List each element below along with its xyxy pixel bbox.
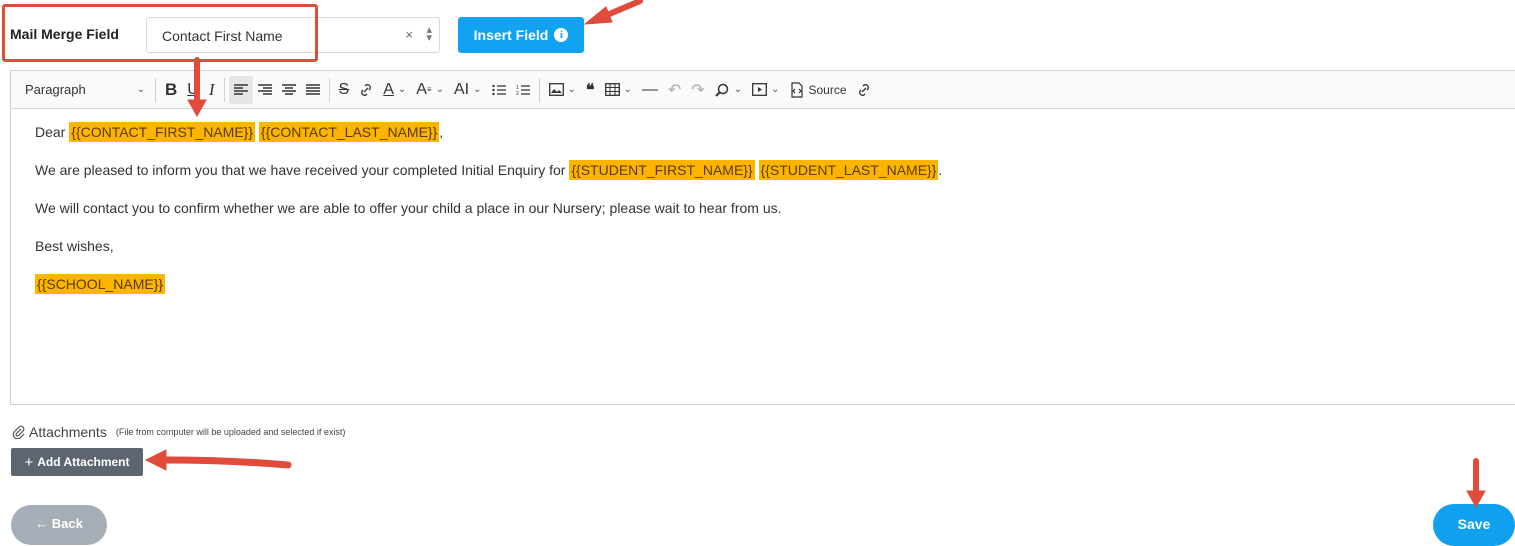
svg-text:2: 2	[516, 91, 519, 96]
merge-tag: {{CONTACT_FIRST_NAME}}	[69, 122, 256, 142]
bulleted-list-icon[interactable]	[487, 76, 511, 104]
editor-toolbar: Paragraph ⌄ B U I S A ⌄ A ≡ ⌄ AI ⌄ 1 2 ⌄…	[11, 71, 1515, 109]
clear-icon[interactable]: ×	[405, 27, 413, 42]
horizontal-line-icon[interactable]: —	[637, 76, 663, 104]
merge-tag: {{SCHOOL_NAME}}	[35, 274, 166, 294]
editor-content[interactable]: Dear {{CONTACT_FIRST_NAME}} {{CONTACT_LA…	[35, 122, 1495, 313]
toolbar-separator	[155, 77, 156, 102]
underline-icon[interactable]: U	[182, 76, 204, 104]
attachments-note: (File from computer will be uploaded and…	[115, 427, 346, 437]
italic-icon[interactable]: I	[204, 76, 220, 104]
bold-icon[interactable]: B	[160, 76, 182, 104]
undo-icon[interactable]: ↶	[663, 76, 686, 104]
font-size-icon[interactable]: A ≡ ⌄	[411, 76, 449, 104]
align-justify-icon[interactable]	[301, 76, 325, 104]
info-icon: i	[554, 28, 569, 42]
toolbar-separator	[538, 77, 540, 102]
annotation-highlight-box	[2, 4, 318, 62]
signature-line: {{SCHOOL_NAME}}	[35, 274, 1495, 294]
numbered-list-icon[interactable]: 12	[511, 76, 535, 104]
arrow-to-insert-field	[583, 0, 643, 25]
body-line: We will contact you to confirm whether w…	[35, 200, 782, 216]
merge-tag: {{CONTACT_LAST_NAME}}	[258, 122, 440, 142]
table-icon[interactable]: ⌄	[600, 76, 637, 104]
source-label: Source	[808, 82, 847, 97]
paragraph-label: Paragraph	[25, 82, 86, 97]
merge-tag: {{STUDENT_LAST_NAME}}	[758, 160, 939, 180]
strikethrough-icon[interactable]: S	[334, 76, 355, 104]
font-color-icon[interactable]: A ⌄	[378, 76, 411, 104]
toolbar-separator	[328, 77, 330, 102]
insert-field-label: Insert Field	[473, 27, 549, 43]
toolbar-separator	[223, 77, 225, 102]
blockquote-icon[interactable]: ❝	[581, 76, 600, 104]
media-embed-icon[interactable]: ⌄	[747, 76, 784, 104]
merge-tag: {{STUDENT_FIRST_NAME}}	[569, 160, 755, 180]
attachments-label: Attachments	[29, 424, 107, 440]
align-center-icon[interactable]	[277, 76, 301, 104]
source-icon[interactable]: Source	[784, 76, 851, 104]
body-line: We are pleased to inform you that we hav…	[35, 160, 943, 180]
add-attachment-button[interactable]: + Add Attachment	[11, 448, 143, 476]
link-icon[interactable]	[354, 76, 378, 104]
arrow-to-add-attachment	[144, 449, 292, 471]
font-family-icon[interactable]: AI ⌄	[449, 76, 487, 104]
plus-icon: +	[24, 453, 34, 471]
find-replace-icon[interactable]: ⌄	[710, 76, 747, 104]
back-button[interactable]: ← Back	[11, 505, 107, 545]
updown-chevron-icon[interactable]: ▴ ▾	[426, 25, 432, 44]
paragraph-dropdown[interactable]: Paragraph ⌄	[19, 76, 151, 104]
redo-icon[interactable]: ↷	[686, 76, 709, 104]
image-icon[interactable]: ⌄	[544, 76, 581, 104]
closing-line: Best wishes,	[35, 238, 114, 254]
insert-field-button[interactable]: Insert Field i	[458, 17, 584, 53]
link-icon[interactable]	[852, 76, 876, 104]
chevron-down-icon: ⌄	[136, 84, 145, 95]
attachments-row: Attachments (File from computer will be …	[12, 424, 345, 440]
add-attachment-label: Add Attachment	[37, 455, 130, 469]
rich-text-editor[interactable]: Paragraph ⌄ B U I S A ⌄ A ≡ ⌄ AI ⌄ 1 2 ⌄…	[10, 70, 1515, 405]
arrow-to-save	[1466, 458, 1486, 509]
align-right-icon[interactable]	[253, 76, 277, 104]
align-left-icon[interactable]	[228, 75, 253, 104]
greeting-line: Dear {{CONTACT_FIRST_NAME}} {{CONTACT_LA…	[35, 122, 444, 142]
paperclip-icon	[12, 425, 25, 439]
